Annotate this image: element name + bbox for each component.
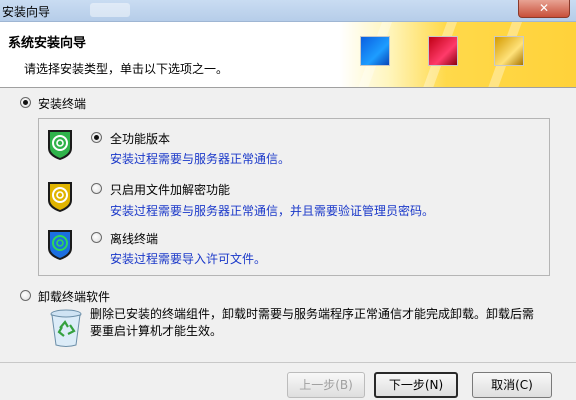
option-offline-radio[interactable] (91, 232, 102, 243)
install-terminal-radio[interactable] (20, 97, 31, 108)
option-full-radio[interactable] (91, 132, 102, 143)
next-button[interactable]: 下一步(N) (374, 372, 458, 398)
option-encrypt-label[interactable]: 只启用文件加解密功能 (110, 181, 230, 198)
cancel-button[interactable]: 取消(C) (472, 372, 552, 398)
option-encrypt-radio[interactable] (91, 183, 102, 194)
wizard-header: 系统安装向导 请选择安装类型，单击以下选项之一。 (0, 22, 576, 88)
shield-green-icon (48, 130, 72, 160)
shield-blue-icon (48, 230, 72, 260)
option-full-label[interactable]: 全功能版本 (110, 130, 170, 147)
uninstall-radio[interactable] (20, 290, 31, 301)
option-encrypt-desc: 安装过程需要与服务器正常通信，并且需要验证管理员密码。 (110, 204, 435, 218)
option-offline-label[interactable]: 离线终端 (110, 230, 158, 247)
recycle-bin-icon (50, 309, 82, 347)
option-offline-desc: 安装过程需要导入许可文件。 (110, 252, 267, 266)
option-full-desc: 安装过程需要与服务器正常通信。 (110, 152, 291, 166)
header-title: 系统安装向导 (8, 36, 87, 51)
close-button[interactable]: ✕ (518, 0, 570, 18)
install-terminal-label[interactable]: 安装终端 (38, 95, 86, 112)
header-subtitle: 请选择安装类型，单击以下选项之一。 (24, 62, 229, 76)
title-bar: 安装向导 ✕ (0, 0, 576, 22)
shield-yellow-icon (48, 182, 72, 212)
uninstall-description: 删除已安装的终端组件，卸载时需要与服务端程序正常通信才能完成卸载。卸载后需要重启… (90, 307, 535, 338)
title-bar-blur (90, 3, 130, 17)
window-title: 安装向导 (2, 5, 51, 19)
banner-gold-tile-icon (494, 36, 524, 66)
back-button[interactable]: 上一步(B) (287, 372, 365, 398)
uninstall-label[interactable]: 卸载终端软件 (38, 288, 110, 305)
close-icon: ✕ (538, 1, 550, 15)
banner-blue-tile-icon (360, 36, 390, 66)
footer-divider (0, 362, 576, 363)
banner-red-tile-icon (428, 36, 458, 66)
